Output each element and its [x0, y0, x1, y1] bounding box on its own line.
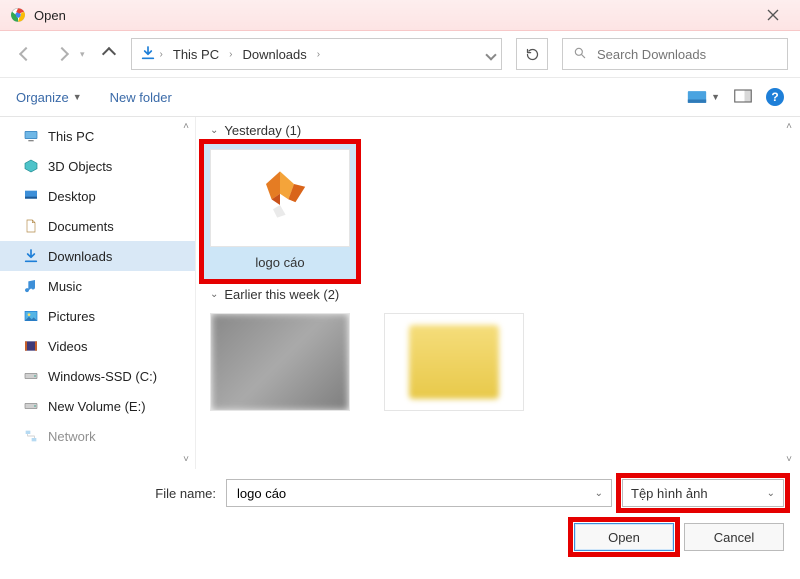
- sidebar-item-windows-ssd-c-[interactable]: Windows-SSD (C:): [0, 361, 195, 391]
- file-name-input[interactable]: [235, 485, 595, 502]
- nav-row: ▾ › This PC › Downloads ›: [0, 31, 800, 77]
- downloads-icon: [22, 248, 40, 264]
- file-name-label: File name:: [16, 486, 216, 501]
- toolbar: Organize ▼ New folder ▼ ?: [0, 77, 800, 117]
- file-thumbnail: [210, 149, 350, 247]
- scroll-up-icon[interactable]: ˄: [786, 121, 792, 132]
- titlebar: Open: [0, 0, 800, 31]
- preview-pane-button[interactable]: [734, 89, 752, 106]
- chevron-right-icon: ›: [317, 49, 320, 60]
- sidebar-item-label: Music: [48, 279, 82, 294]
- main-area: ˄ ˅ This PC 3D Objects Desktop Documents Dow…: [0, 117, 800, 469]
- file-type-value: Tệp hình ảnh: [631, 486, 708, 501]
- chevron-down-icon: ⌄: [210, 125, 218, 136]
- pictures-icon: [22, 308, 40, 324]
- window-close-button[interactable]: [750, 0, 796, 31]
- chrome-icon: [10, 7, 26, 23]
- breadcrumb-segment[interactable]: Downloads: [236, 45, 312, 64]
- group-header[interactable]: ⌄ Yesterday (1): [196, 117, 800, 142]
- group-header-label: Earlier this week (2): [224, 287, 339, 302]
- cancel-button-label: Cancel: [714, 530, 754, 545]
- scroll-up-icon[interactable]: ˄: [183, 121, 189, 132]
- drive-icon: [22, 368, 40, 384]
- videos-icon: [22, 338, 40, 354]
- organize-label: Organize: [16, 90, 69, 105]
- breadcrumb[interactable]: › This PC › Downloads ›: [131, 38, 502, 70]
- sidebar-item-videos[interactable]: Videos: [0, 331, 195, 361]
- nav-forward-button[interactable]: [48, 40, 76, 68]
- file-item[interactable]: logo cáo: [202, 142, 358, 281]
- desktop-icon: [22, 188, 40, 204]
- nav-back-button[interactable]: [12, 40, 40, 68]
- sidebar-item-label: Network: [48, 429, 96, 444]
- window-title: Open: [34, 8, 66, 23]
- sidebar-item-music[interactable]: Music: [0, 271, 195, 301]
- file-name: logo cáo: [209, 255, 351, 270]
- sidebar-item-label: This PC: [48, 129, 94, 144]
- breadcrumb-dropdown[interactable]: [487, 47, 495, 62]
- view-mode-button[interactable]: ▼: [687, 90, 720, 104]
- sidebar-item-documents[interactable]: Documents: [0, 211, 195, 241]
- chevron-down-icon: ⌄: [210, 289, 218, 300]
- chevron-right-icon: ›: [229, 49, 232, 60]
- search-box[interactable]: [562, 38, 788, 70]
- sidebar-item-label: New Volume (E:): [48, 399, 146, 414]
- chevron-right-icon: ›: [160, 49, 163, 60]
- help-button[interactable]: ?: [766, 88, 784, 106]
- organize-menu[interactable]: Organize ▼: [16, 90, 82, 105]
- 3d-icon: [22, 158, 40, 174]
- file-list[interactable]: ˄ ˅ ⌄ Yesterday (1) logo cáo ⌄ Earlier this…: [196, 117, 800, 469]
- sidebar-item-label: Pictures: [48, 309, 95, 324]
- pc-icon: [22, 128, 40, 144]
- sidebar-item-new-volume-e-[interactable]: New Volume (E:): [0, 391, 195, 421]
- sidebar-item-label: Desktop: [48, 189, 96, 204]
- network-icon: [22, 428, 40, 444]
- file-thumbnail: [384, 313, 524, 411]
- file-item[interactable]: [376, 306, 532, 430]
- search-input[interactable]: [595, 46, 777, 63]
- sidebar-item-label: Downloads: [48, 249, 112, 264]
- group-header[interactable]: ⌄ Earlier this week (2): [196, 281, 800, 306]
- sidebar-item-network[interactable]: Network: [0, 421, 195, 451]
- new-folder-label: New folder: [110, 90, 172, 105]
- file-name-field[interactable]: ⌄: [226, 479, 612, 507]
- breadcrumb-segment[interactable]: This PC: [167, 45, 225, 64]
- search-icon: [573, 46, 587, 63]
- bottom-panel: File name: ⌄ Tệp hình ảnh ⌄ Open Cancel: [0, 469, 800, 563]
- new-folder-button[interactable]: New folder: [110, 90, 172, 105]
- drive-icon: [22, 398, 40, 414]
- file-thumbnail: [210, 313, 350, 411]
- downloads-glyph-icon: [140, 45, 156, 64]
- documents-icon: [22, 218, 40, 234]
- scroll-down-icon[interactable]: ˅: [786, 454, 792, 465]
- file-type-select[interactable]: Tệp hình ảnh ⌄: [622, 479, 784, 507]
- open-button-label: Open: [608, 530, 640, 545]
- sidebar-item-label: 3D Objects: [48, 159, 112, 174]
- chevron-down-icon[interactable]: ⌄: [595, 488, 603, 499]
- nav-history-dropdown[interactable]: ▾: [80, 49, 85, 60]
- group-header-label: Yesterday (1): [224, 123, 301, 138]
- chevron-down-icon: ⌄: [767, 488, 775, 499]
- cancel-button[interactable]: Cancel: [684, 523, 784, 551]
- chevron-down-icon: ▼: [73, 92, 82, 102]
- sidebar-item-desktop[interactable]: Desktop: [0, 181, 195, 211]
- file-item[interactable]: [202, 306, 358, 430]
- sidebar-item-label: Windows-SSD (C:): [48, 369, 157, 384]
- music-icon: [22, 278, 40, 294]
- sidebar-item-label: Videos: [48, 339, 88, 354]
- nav-up-button[interactable]: [95, 40, 123, 68]
- refresh-button[interactable]: [516, 38, 548, 70]
- sidebar-item-downloads[interactable]: Downloads: [0, 241, 195, 271]
- sidebar-item-3d-objects[interactable]: 3D Objects: [0, 151, 195, 181]
- sidebar-item-pictures[interactable]: Pictures: [0, 301, 195, 331]
- sidebar-item-label: Documents: [48, 219, 114, 234]
- scroll-down-icon[interactable]: ˅: [183, 454, 189, 465]
- open-button[interactable]: Open: [574, 523, 674, 551]
- sidebar-item-this-pc[interactable]: This PC: [0, 121, 195, 151]
- sidebar: ˄ ˅ This PC 3D Objects Desktop Documents Dow…: [0, 117, 196, 469]
